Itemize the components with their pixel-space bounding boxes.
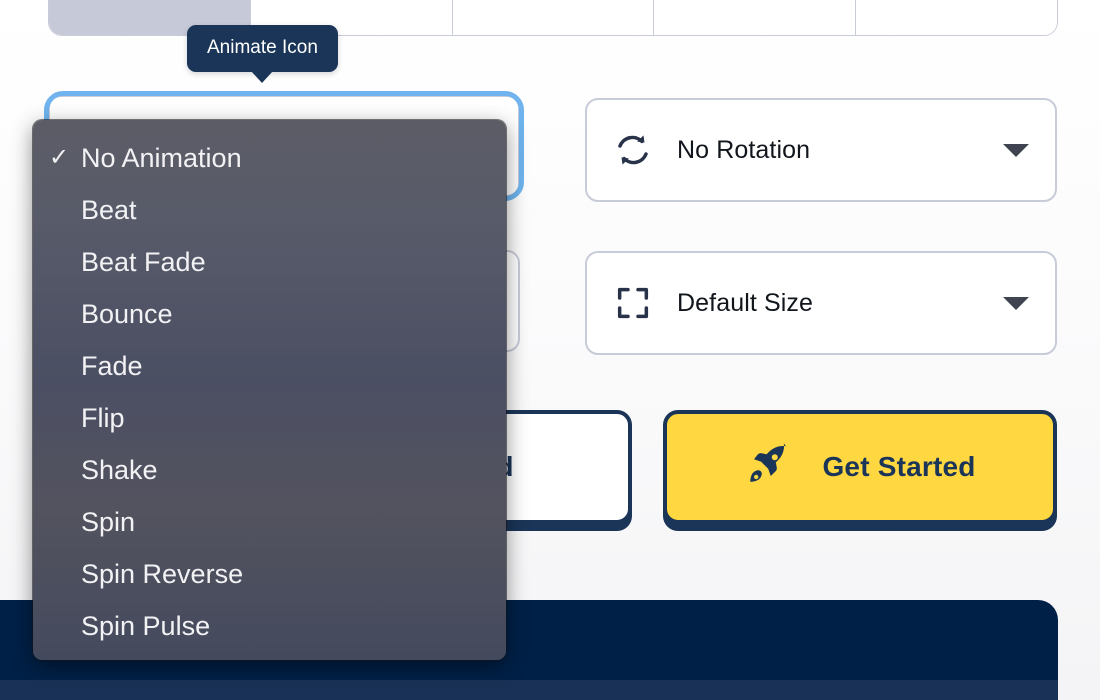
- menu-item-bounce[interactable]: Bounce: [33, 288, 506, 340]
- footer-strip: [0, 680, 1058, 700]
- menu-item-label: Spin Pulse: [81, 610, 211, 641]
- check-icon: ✓: [49, 144, 70, 171]
- menu-item-label: No Animation: [81, 142, 242, 173]
- get-started-label: Get Started: [822, 451, 976, 482]
- menu-item-label: Shake: [81, 454, 158, 485]
- tooltip-arrow-icon: [251, 71, 274, 83]
- app-canvas: Animate Icon No Rotation Default Size za…: [0, 0, 1100, 700]
- menu-item-label: Bounce: [81, 298, 173, 329]
- menu-item-no-animation[interactable]: ✓ No Animation: [33, 132, 506, 184]
- rotate-icon: [613, 130, 653, 170]
- menu-item-label: Fade: [81, 350, 143, 381]
- icon-preview-outline-blue-2-icon: [524, 0, 582, 1]
- icon-preview-solid-navy-icon: [120, 0, 178, 1]
- menu-item-spin[interactable]: Spin: [33, 496, 506, 548]
- menu-item-beat-fade[interactable]: Beat Fade: [33, 236, 506, 288]
- icon-cell-outline-blue-2[interactable]: [452, 0, 655, 35]
- icon-cell-outline-lightblue[interactable]: [856, 0, 1057, 35]
- menu-item-label: Beat: [81, 194, 137, 225]
- menu-item-label: Spin Reverse: [81, 558, 244, 589]
- animation-dropdown-menu[interactable]: ✓ No Animation Beat Beat Fade Bounce Fade Flip…: [33, 120, 506, 660]
- rocket-icon: [744, 440, 792, 495]
- menu-item-shake[interactable]: Shake: [33, 444, 506, 496]
- menu-item-spin-pulse[interactable]: Spin Pulse: [33, 600, 506, 652]
- rotation-select[interactable]: No Rotation: [585, 98, 1057, 202]
- size-select[interactable]: Default Size: [585, 251, 1057, 355]
- menu-item-flip[interactable]: Flip: [33, 392, 506, 444]
- menu-item-beat[interactable]: Beat: [33, 184, 506, 236]
- expand-icon: [613, 283, 653, 323]
- chevron-down-icon[interactable]: [1003, 296, 1029, 310]
- get-started-button[interactable]: Get Started: [663, 410, 1057, 524]
- icon-cell-solid-lightblue[interactable]: [654, 0, 857, 35]
- menu-item-spin-reverse[interactable]: Spin Reverse: [33, 548, 506, 600]
- tooltip-animate-icon: Animate Icon: [187, 25, 338, 83]
- tooltip-label: Animate Icon: [207, 37, 318, 58]
- icon-preview-solid-lightblue-icon: [726, 0, 784, 1]
- menu-item-label: Spin: [81, 506, 136, 537]
- menu-item-label: Flip: [81, 402, 125, 433]
- size-value: Default Size: [677, 288, 813, 317]
- icon-preview-outline-blue-icon: [322, 0, 380, 1]
- menu-item-label: Beat Fade: [81, 246, 206, 277]
- icon-preview-outline-lightblue-icon: [928, 0, 986, 1]
- chevron-down-icon[interactable]: [1003, 143, 1029, 157]
- rotation-value: No Rotation: [677, 135, 811, 164]
- menu-item-fade[interactable]: Fade: [33, 340, 506, 392]
